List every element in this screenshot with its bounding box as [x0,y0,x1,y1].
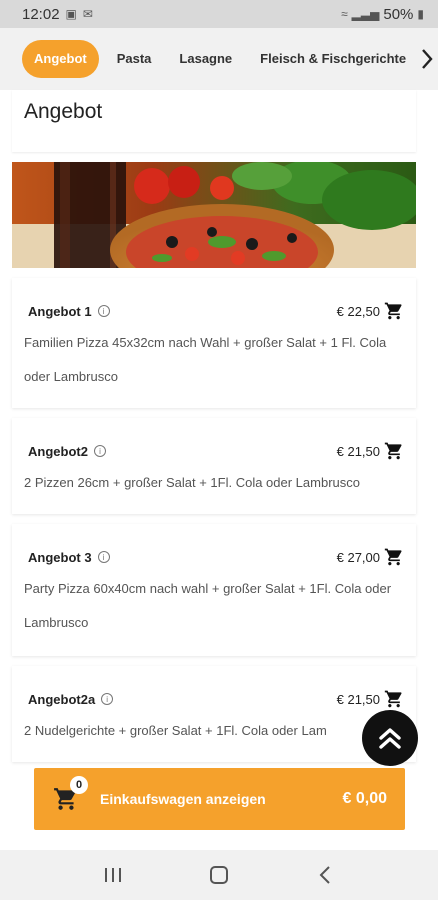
offer-card[interactable]: Angebot 3 i € 27,00 Party Pizza 60x40cm … [12,524,416,656]
category-banner-image [12,162,416,268]
offer-name: Angebot 3 [28,549,92,565]
scroll-to-top-button[interactable] [362,710,418,766]
battery-percent: 50% [383,5,414,23]
chevron-right-icon[interactable] [416,40,438,78]
cart-total: € 0,00 [342,790,387,807]
gallery-icon: ▣ [65,7,77,21]
status-time: 12:02 [22,5,60,23]
offer-name: Angebot2a [28,691,96,707]
status-bar: 12:02 ▣ ✉ ≈ ▂▃▅ 50% ▮ [0,0,438,28]
home-button[interactable] [199,855,239,895]
offer-card[interactable]: Angebot 1 i € 22,50 Familien Pizza 45x32… [12,278,416,408]
add-to-cart-icon[interactable] [384,301,404,321]
offer-price: € 21,50 [336,443,380,459]
recent-apps-icon [105,868,121,882]
home-icon [210,866,228,884]
section-title: Angebot [24,100,103,123]
cart-count-badge: 0 [70,776,88,794]
offer-description: 2 Nudelgerichte + großer Salat + 1Fl. Co… [24,723,327,738]
double-chevron-up-icon [379,728,401,749]
notification-icon: ✉ [82,7,93,21]
offer-card[interactable]: Angebot2a i € 21,50 2 Nudelgerichte + gr… [12,666,416,762]
recent-apps-button[interactable] [93,855,133,895]
battery-icon: ▮ [417,7,424,21]
cart-button-label: Einkaufswagen anzeigen [100,791,266,807]
offer-price: € 21,50 [336,691,380,707]
info-icon[interactable]: i [97,551,110,563]
tab-fleisch-fischgerichte[interactable]: Fleisch & Fischgerichte [250,40,416,78]
offer-name: Angebot 1 [28,303,92,319]
offer-card[interactable]: Angebot2 i € 21,50 2 Pizzen 26cm + große… [12,418,416,514]
offer-name: Angebot2 [28,443,88,459]
add-to-cart-icon[interactable] [384,547,404,567]
info-icon[interactable]: i [93,445,106,457]
back-icon [319,866,330,884]
info-icon[interactable]: i [97,305,110,317]
system-navigation-bar [0,850,438,900]
wifi-icon: ≈ [341,7,348,21]
offer-description: Familien Pizza 45x32cm nach Wahl + große… [24,335,387,384]
offer-description: 2 Pizzen 26cm + großer Salat + 1Fl. Cola… [24,475,360,490]
offer-price: € 22,50 [336,303,380,319]
show-cart-button[interactable]: 0 Einkaufswagen anzeigen € 0,00 [34,768,405,830]
add-to-cart-icon[interactable] [384,441,404,461]
offer-description: Party Pizza 60x40cm nach wahl + großer S… [24,581,392,630]
tab-pasta[interactable]: Pasta [107,40,162,78]
back-button[interactable] [305,855,345,895]
section-header: Angebot [12,90,416,152]
info-icon[interactable]: i [101,693,114,705]
tab-angebot[interactable]: Angebot [22,40,99,78]
category-tabs: Angebot Pasta Lasagne Fleisch & Fischger… [0,28,438,90]
tab-lasagne[interactable]: Lasagne [169,40,242,78]
add-to-cart-icon[interactable] [384,689,404,709]
offer-price: € 27,00 [336,549,380,565]
signal-icon: ▂▃▅ [351,7,380,21]
